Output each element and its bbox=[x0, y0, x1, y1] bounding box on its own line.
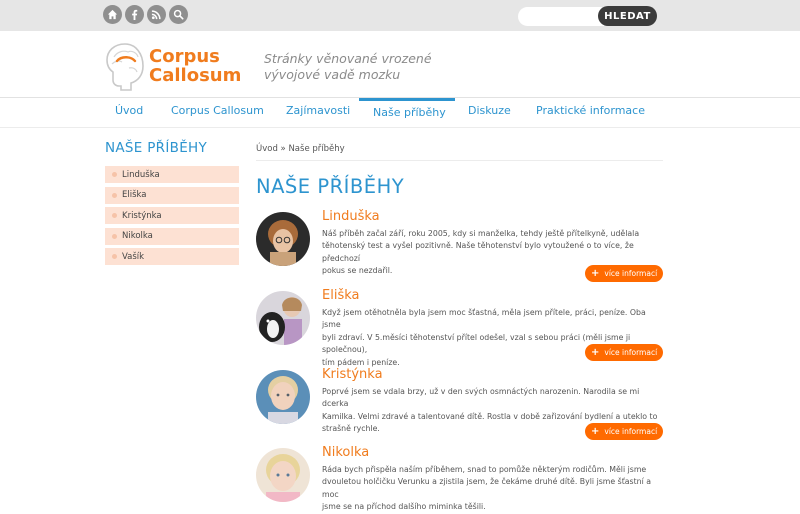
brand-line-2: Callosum bbox=[149, 65, 242, 86]
plus-icon: + bbox=[591, 346, 600, 358]
bullet-icon bbox=[112, 233, 117, 239]
story-name[interactable]: Nikolka bbox=[322, 445, 369, 460]
main-nav: Úvod Corpus Callosum Zajímavosti Naše př… bbox=[0, 98, 800, 128]
story-photo[interactable] bbox=[256, 370, 310, 424]
page-title: NAŠE PŘÍBĚHY bbox=[256, 175, 405, 198]
story-name[interactable]: Eliška bbox=[322, 288, 359, 303]
story-photo[interactable] bbox=[256, 212, 310, 266]
story-text-line: Kamilka. Velmi zdravé a talentované dítě… bbox=[322, 411, 658, 421]
sidebar-item-label: Kristýnka bbox=[122, 210, 162, 221]
story-name[interactable]: Linduška bbox=[322, 209, 380, 224]
story-text-line: Poprvé jsem se vdala brzy, už v den svýc… bbox=[322, 387, 640, 409]
more-info-button[interactable]: + více informací bbox=[585, 265, 663, 282]
search-icon[interactable] bbox=[169, 5, 188, 24]
sidebar-item-linduska[interactable]: Linduška bbox=[105, 166, 239, 183]
sidebar-item-label: Nikolka bbox=[122, 231, 153, 241]
tagline-line-2: vývojové vadě mozku bbox=[264, 67, 401, 82]
story-text-line: jsme se na příchod dalšího miminka těšil… bbox=[322, 502, 486, 512]
plus-icon: + bbox=[591, 425, 600, 437]
sidebar-item-label: Eliška bbox=[122, 190, 147, 200]
brand-line-1: Corpus bbox=[149, 46, 220, 67]
story-text-line: Náš příběh začal září, roku 2005, kdy si… bbox=[322, 229, 640, 238]
more-info-button[interactable]: + více informací bbox=[585, 344, 663, 361]
sidebar-item-kristynka[interactable]: Kristýnka bbox=[105, 207, 239, 224]
site-header: Corpus Callosum Stránky věnované vrozené… bbox=[0, 31, 800, 98]
breadcrumb[interactable]: Úvod » Naše příběhy bbox=[256, 144, 345, 154]
story-text-line: těhotenský test a vyšel pozitivně. Naše … bbox=[322, 241, 634, 263]
social-icons bbox=[103, 5, 188, 24]
divider bbox=[256, 160, 663, 161]
site-tagline: Stránky věnované vrozené vývojové vadě m… bbox=[264, 51, 432, 83]
facebook-icon[interactable] bbox=[125, 5, 144, 24]
sidebar-item-label: Linduška bbox=[122, 169, 160, 180]
nav-item-corpus-callosum[interactable]: Corpus Callosum bbox=[171, 98, 264, 128]
more-info-label: více informací bbox=[604, 427, 658, 436]
sidebar-item-label: Vašík bbox=[122, 251, 145, 262]
nav-item-zajimavosti[interactable]: Zajímavosti bbox=[286, 98, 350, 128]
story-text-line: Když jsem otěhotněla byla jsem moc šťast… bbox=[322, 308, 646, 330]
bullet-icon bbox=[112, 254, 117, 259]
sidebar-item-nikolka[interactable]: Nikolka bbox=[105, 227, 239, 245]
story-name[interactable]: Kristýnka bbox=[322, 367, 383, 382]
bullet-icon bbox=[112, 213, 117, 218]
rss-icon[interactable] bbox=[147, 5, 166, 24]
nav-item-prakticke-informace[interactable]: Praktické informace bbox=[536, 98, 645, 128]
tagline-line-1: Stránky věnované vrozené bbox=[264, 51, 432, 66]
top-bar: HLEDAT bbox=[0, 0, 800, 31]
search-input[interactable] bbox=[518, 6, 604, 26]
bullet-icon bbox=[112, 192, 117, 198]
bullet-icon bbox=[112, 172, 117, 177]
more-info-label: více informací bbox=[604, 269, 658, 278]
story-text: Ráda bych přispěla naším příběhem, snad … bbox=[322, 464, 664, 514]
story-text-line: Ráda bych přispěla naším příběhem, snad … bbox=[322, 465, 647, 474]
story-text-line: dvouletou holčičku Verunku a zjistila js… bbox=[322, 477, 652, 499]
sidebar-title: NAŠE PŘÍBĚHY bbox=[105, 140, 208, 156]
story-photo[interactable] bbox=[256, 448, 310, 502]
nav-item-uvod[interactable]: Úvod bbox=[115, 98, 143, 128]
brain-logo-icon[interactable] bbox=[105, 40, 145, 92]
brand-name[interactable]: Corpus Callosum bbox=[149, 47, 241, 85]
story-photo[interactable] bbox=[256, 291, 310, 345]
home-icon[interactable] bbox=[103, 5, 122, 24]
sidebar-item-vasik[interactable]: Vašík bbox=[105, 248, 239, 265]
more-info-label: více informací bbox=[604, 348, 658, 357]
search-button[interactable]: HLEDAT bbox=[598, 6, 657, 26]
search-form: HLEDAT bbox=[518, 6, 657, 26]
sidebar-menu: Linduška Eliška Kristýnka Nikolka Vašík bbox=[105, 166, 239, 269]
nav-item-nase-pribehy[interactable]: Naše příběhy bbox=[359, 98, 455, 128]
nav-item-diskuze[interactable]: Diskuze bbox=[468, 98, 511, 128]
sidebar-item-eliska[interactable]: Eliška bbox=[105, 186, 239, 204]
more-info-button[interactable]: + více informací bbox=[585, 423, 663, 440]
plus-icon: + bbox=[591, 267, 600, 279]
